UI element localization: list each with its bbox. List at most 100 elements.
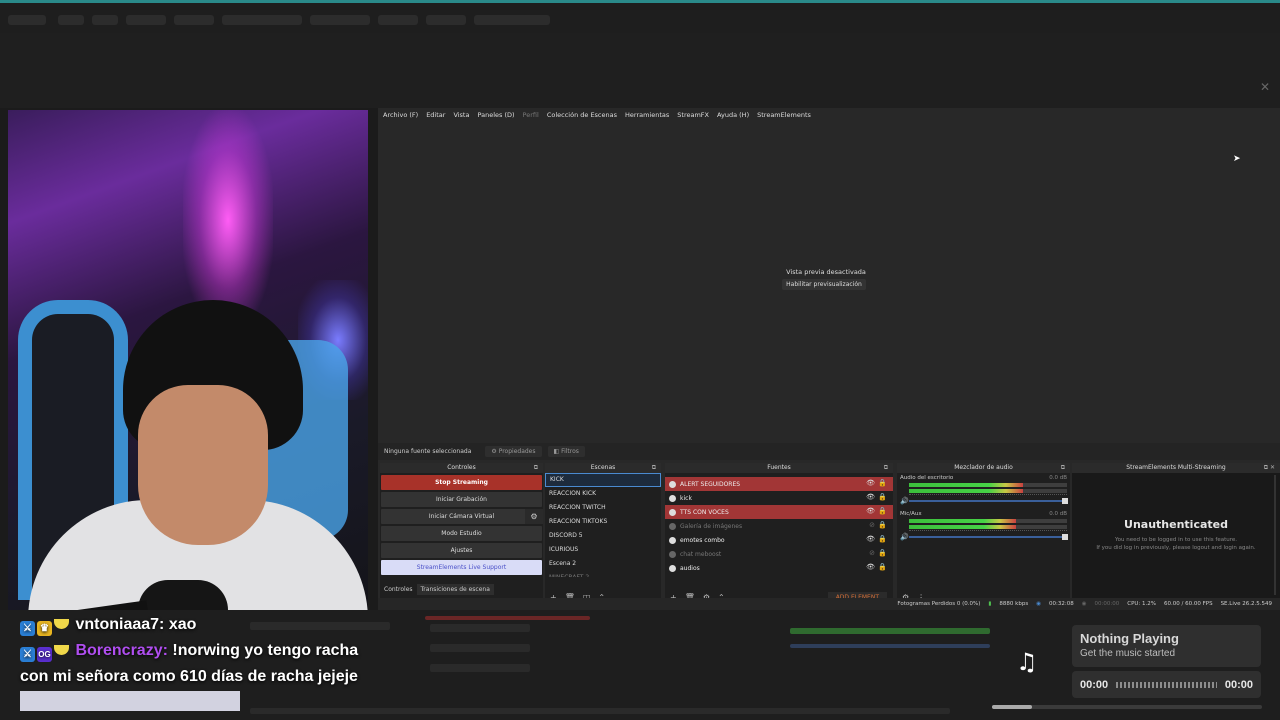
settings-button[interactable]: Ajustes <box>381 543 542 558</box>
speaker-icon[interactable]: 🔊 <box>900 533 909 541</box>
tab-controls[interactable]: Controles <box>380 584 417 595</box>
enable-preview-button[interactable]: Habilitar previsualización <box>782 279 866 290</box>
source-item[interactable]: ALERT SEGUIDORES 👁 🔒 <box>665 477 893 491</box>
close-icon[interactable]: ⧉ ✕ <box>1264 463 1275 473</box>
cpu-usage: CPU: 1.2% <box>1127 601 1156 607</box>
undock-icon[interactable]: ⧉ <box>1061 463 1065 473</box>
volume-slider-handle[interactable] <box>1062 498 1068 504</box>
horizontal-scrollbar[interactable] <box>992 705 1262 709</box>
lock-icon[interactable]: 🔒 <box>878 479 887 487</box>
lock-icon[interactable]: 🔒 <box>878 493 887 501</box>
volume-meter <box>909 489 1067 493</box>
properties-button[interactable]: ⚙ Propiedades <box>485 446 542 457</box>
scene-item[interactable]: ICURIOUS <box>545 543 661 557</box>
scrollbar-thumb[interactable] <box>992 705 1032 709</box>
scene-item[interactable]: DISCORD 5 <box>545 529 661 543</box>
lock-icon[interactable]: 🔒 <box>878 563 887 571</box>
now-playing-title: Nothing Playing <box>1080 631 1179 646</box>
scene-item[interactable]: REACCION TIKTOKS <box>545 515 661 529</box>
eye-icon[interactable]: 👁 <box>866 479 875 487</box>
source-type-icon <box>669 536 676 544</box>
menu-coleccion-escenas[interactable]: Colección de Escenas <box>547 111 617 119</box>
menu-archivo[interactable]: Archivo (F) <box>383 111 418 119</box>
scene-item[interactable]: REACCION KICK <box>545 487 661 501</box>
source-item[interactable]: chat meboost ⊘ 🔒 <box>665 547 893 561</box>
eye-icon[interactable]: 👁 <box>866 535 875 543</box>
start-recording-button[interactable]: Iniciar Grabación <box>381 492 542 507</box>
banana-badge-icon <box>54 645 69 655</box>
studio-mode-button[interactable]: Modo Estudio <box>381 526 542 541</box>
undock-icon[interactable]: ⧉ <box>652 463 656 473</box>
volume-meter <box>909 483 1067 487</box>
streamer-face <box>138 385 268 545</box>
scene-item[interactable]: MINECRAFT 2 <box>545 571 661 577</box>
menu-streamelements[interactable]: StreamElements <box>757 111 811 119</box>
eye-icon[interactable]: 👁 <box>866 493 875 501</box>
image-icon <box>669 522 676 530</box>
volume-slider-handle[interactable] <box>1062 534 1068 540</box>
moderator-badge-icon: ⚔ <box>20 621 35 636</box>
meter-fill <box>909 489 1023 493</box>
meter-fill <box>909 519 1017 523</box>
menu-perfil[interactable]: Perfil <box>523 111 539 119</box>
undock-icon[interactable]: ⧉ <box>534 463 538 473</box>
live-support-button[interactable]: StreamElements Live Support <box>381 560 542 575</box>
scrollbar[interactable] <box>1274 475 1276 595</box>
volume-meter <box>909 525 1067 529</box>
blurred-menu-item <box>426 15 466 25</box>
eye-icon[interactable]: 👁 <box>866 507 875 515</box>
lock-icon[interactable]: 🔒 <box>878 549 887 557</box>
blurred-ui-element <box>250 708 950 714</box>
blurred-ui-element <box>430 624 530 632</box>
progress-bar[interactable] <box>1116 681 1217 688</box>
source-type-icon <box>669 480 676 488</box>
preview-disabled-message: Vista previa desactivada <box>786 268 866 276</box>
menu-ayuda[interactable]: Ayuda (H) <box>717 111 749 119</box>
source-item[interactable]: audios 👁 🔒 <box>665 561 893 575</box>
scene-item[interactable]: REACCION TWITCH <box>545 501 661 515</box>
meter-fill <box>909 525 1017 529</box>
filter-icon: ◧ <box>553 448 562 455</box>
mixer-channel: Audio del escritorio 0.0 dB 🔊 <box>897 473 1070 509</box>
close-icon[interactable]: ✕ <box>1260 80 1270 94</box>
menu-streamfx[interactable]: StreamFX <box>677 111 709 119</box>
undock-icon[interactable]: ⧉ <box>884 463 888 473</box>
scene-item[interactable]: Escena 2 <box>545 557 661 571</box>
lock-icon[interactable]: 🔒 <box>878 521 887 529</box>
source-item[interactable]: Galería de imágenes ⊘ 🔒 <box>665 519 893 533</box>
meter-fill <box>909 483 1023 487</box>
speaker-icon[interactable]: 🔊 <box>900 497 909 505</box>
menu-editar[interactable]: Editar <box>426 111 445 119</box>
stop-streaming-button[interactable]: Stop Streaming <box>381 475 542 490</box>
chat-username: Borencrazy: <box>75 642 168 659</box>
source-item[interactable]: TTS CON VOCES 👁 🔒 <box>665 505 893 519</box>
chat-overlay: ⚔ ♛ vntoniaaa7: xao ⚔ OG Borencrazy: !norw… <box>20 612 370 690</box>
channel-name: Mic/Aux <box>900 511 922 517</box>
tab-transitions[interactable]: Transiciones de escena <box>416 584 494 595</box>
volume-slider[interactable] <box>909 498 1068 504</box>
gear-icon[interactable]: ⚙ <box>525 509 543 524</box>
lock-icon[interactable]: 🔒 <box>878 507 887 515</box>
obs-menubar: Archivo (F) Editar Vista Paneles (D) Per… <box>378 108 1280 122</box>
virtual-camera-button[interactable]: Iniciar Cámara Virtual ⚙ <box>381 509 543 524</box>
chat-message: ⚔ OG Borencrazy: !norwing yo tengo racha … <box>20 638 370 690</box>
dropped-frames: Fotogramas Perdidos 0 (0.0%) <box>897 601 981 607</box>
lock-icon[interactable]: 🔒 <box>878 535 887 543</box>
menu-paneles[interactable]: Paneles (D) <box>477 111 514 119</box>
eye-hidden-icon[interactable]: ⊘ <box>869 549 875 557</box>
menu-vista[interactable]: Vista <box>453 111 469 119</box>
scene-item[interactable]: KICK <box>545 473 661 487</box>
source-item[interactable]: kick 👁 🔒 <box>665 491 893 505</box>
controls-tabs: Controles Transiciones de escena <box>380 584 494 595</box>
blurred-ui-element <box>790 628 990 634</box>
volume-slider[interactable] <box>909 534 1068 540</box>
context-bar: Ninguna fuente seleccionada ⚙ Propiedade… <box>378 443 1280 460</box>
eye-hidden-icon[interactable]: ⊘ <box>869 521 875 529</box>
source-item[interactable]: emotes combo 👁 🔒 <box>665 533 893 547</box>
record-time: 00:00:00 <box>1094 601 1120 607</box>
eye-icon[interactable]: 👁 <box>866 563 875 571</box>
time-total: 00:00 <box>1224 678 1253 691</box>
filters-button[interactable]: ◧ Filtros <box>547 446 585 457</box>
blurred-menu-item <box>174 15 214 25</box>
menu-herramientas[interactable]: Herramientas <box>625 111 669 119</box>
